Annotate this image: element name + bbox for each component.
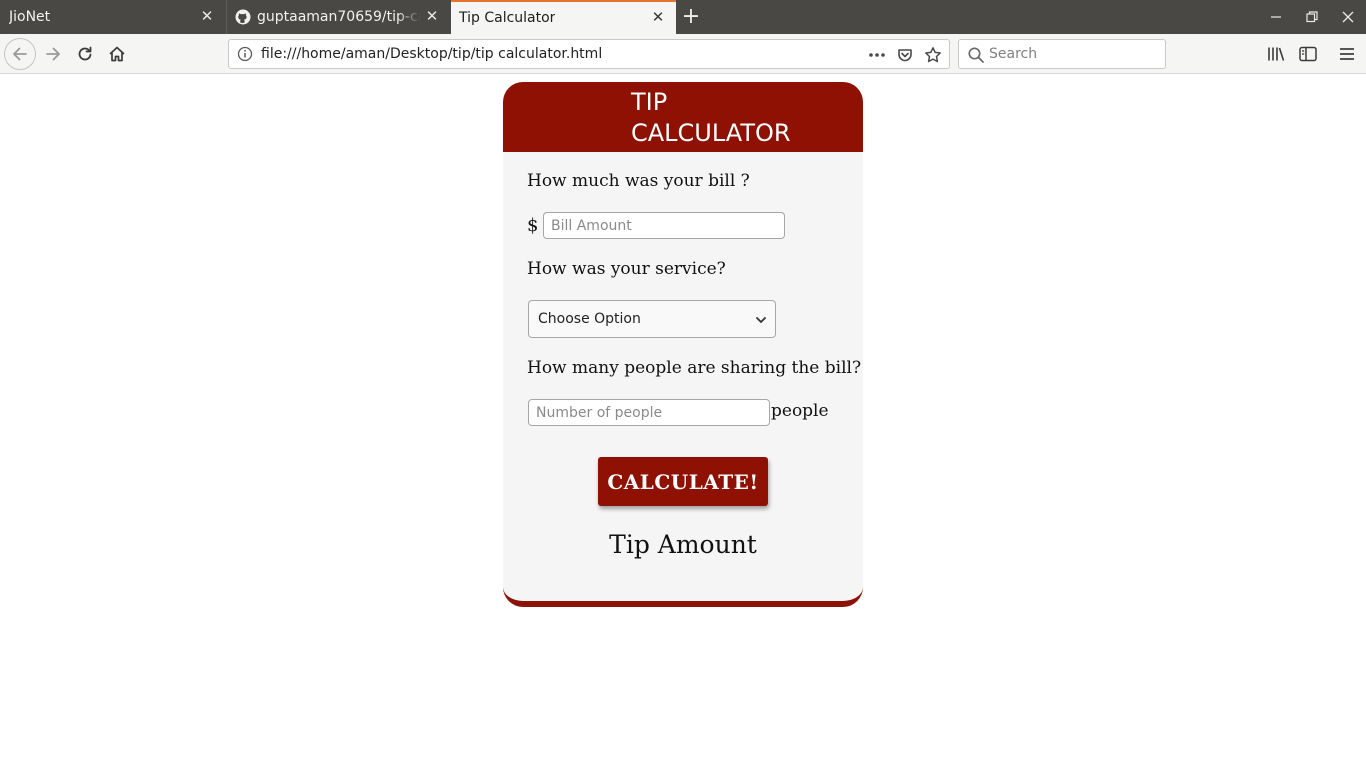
card-header: TIP CALCULATOR [503, 82, 863, 152]
search-bar[interactable] [958, 39, 1166, 69]
window-close-icon[interactable] [1337, 6, 1359, 28]
library-icon [1268, 47, 1285, 61]
page-actions-icon[interactable] [867, 45, 887, 65]
close-icon[interactable]: ✕ [424, 8, 440, 24]
close-icon[interactable]: ✕ [199, 8, 215, 24]
info-icon[interactable] [237, 46, 253, 62]
sidebar-icon [1299, 46, 1317, 62]
back-arrow-icon [13, 47, 27, 61]
url-bar[interactable]: file:///home/aman/Desktop/tip/tip calcul… [228, 39, 950, 69]
tab-title: guptaaman70659/tip-calc [257, 9, 421, 25]
menu-button[interactable] [1335, 42, 1359, 66]
search-input[interactable] [989, 44, 1159, 64]
tab-tip-calculator[interactable]: Tip Calculator ✕ [451, 0, 676, 34]
restore-icon[interactable] [1301, 6, 1323, 28]
people-suffix-label: people [771, 401, 829, 421]
minimize-icon[interactable] [1265, 6, 1287, 28]
tab-strip: JioNet ✕ guptaaman70659/tip-calc ✕ Tip C… [0, 0, 1366, 34]
sidebar-toggle-button[interactable] [1296, 42, 1320, 66]
library-button[interactable] [1264, 42, 1288, 66]
forward-arrow-icon [46, 47, 60, 61]
pocket-icon[interactable] [895, 45, 915, 65]
page-title: TIP CALCULATOR [631, 88, 791, 147]
bookmark-star-icon[interactable] [923, 45, 943, 65]
tab-jionet[interactable]: JioNet ✕ [0, 0, 225, 34]
github-icon [235, 9, 251, 25]
back-button[interactable] [4, 38, 36, 70]
url-text[interactable]: file:///home/aman/Desktop/tip/tip calcul… [261, 46, 602, 62]
tab-title: Tip Calculator [459, 10, 556, 26]
tip-amount-label: Tip Amount [609, 530, 757, 559]
people-question-label: How many people are sharing the bill? [527, 358, 862, 378]
calculate-button[interactable]: CALCULATE! [598, 457, 768, 506]
currency-symbol: $ [527, 215, 539, 236]
people-count-input[interactable] [528, 399, 770, 426]
home-icon [109, 46, 125, 62]
tab-title: JioNet [9, 9, 51, 25]
tip-calculator-card: TIP CALCULATOR How much was your bill ? … [503, 82, 863, 607]
new-tab-button[interactable]: + [680, 4, 702, 30]
navigation-bar: file:///home/aman/Desktop/tip/tip calcul… [0, 34, 1366, 74]
service-select-value: Choose Option [538, 311, 641, 327]
service-select[interactable]: Choose Option [528, 300, 776, 338]
home-button[interactable] [101, 38, 133, 70]
reload-icon [78, 46, 92, 61]
tab-github[interactable]: guptaaman70659/tip-calc ✕ [226, 0, 450, 34]
forward-button[interactable] [37, 38, 69, 70]
search-icon [968, 47, 984, 63]
bill-amount-input[interactable] [543, 212, 785, 239]
service-question-label: How was your service? [527, 259, 726, 279]
close-icon[interactable]: ✕ [650, 9, 666, 25]
reload-button[interactable] [69, 38, 101, 70]
chevron-down-icon [756, 317, 766, 323]
bill-question-label: How much was your bill ? [527, 171, 750, 191]
hamburger-menu-icon [1340, 48, 1354, 60]
